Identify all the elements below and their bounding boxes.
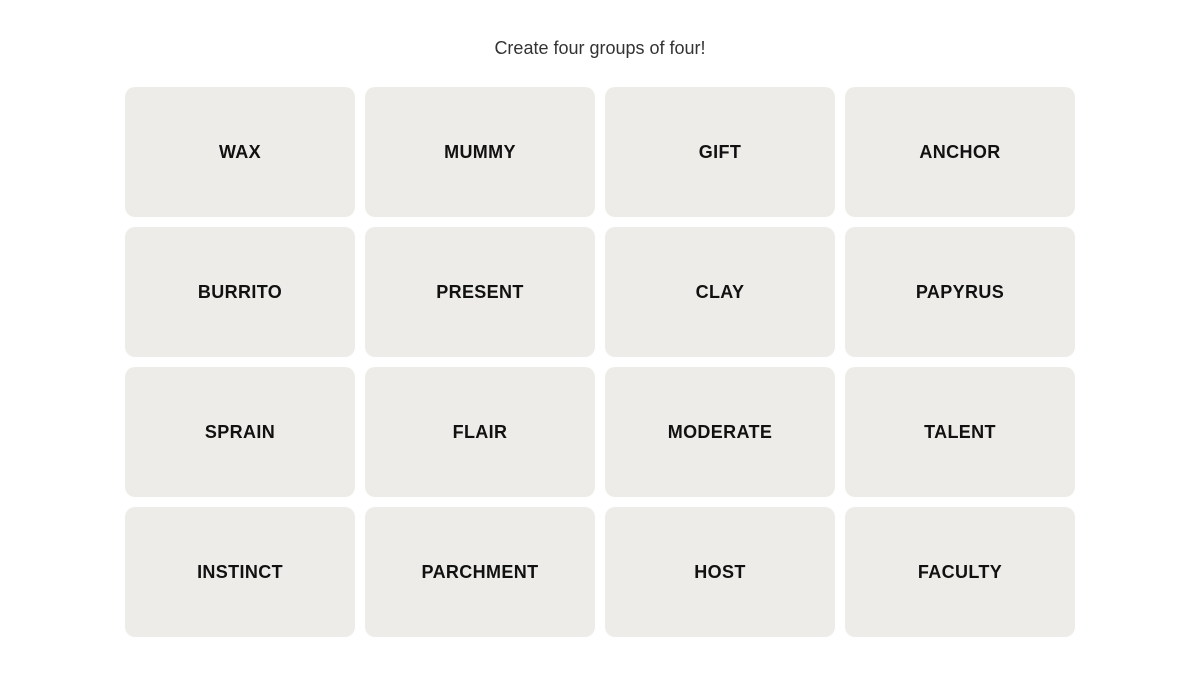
tile-clay[interactable]: CLAY — [605, 227, 835, 357]
tile-instinct[interactable]: INSTINCT — [125, 507, 355, 637]
tile-label-flair: FLAIR — [453, 422, 508, 443]
tile-present[interactable]: PRESENT — [365, 227, 595, 357]
tile-flair[interactable]: FLAIR — [365, 367, 595, 497]
tile-label-clay: CLAY — [696, 282, 745, 303]
tile-label-host: HOST — [694, 562, 745, 583]
tile-label-talent: TALENT — [924, 422, 996, 443]
tile-label-moderate: MODERATE — [668, 422, 773, 443]
tile-label-gift: GIFT — [699, 142, 741, 163]
tile-papyrus[interactable]: PAPYRUS — [845, 227, 1075, 357]
tile-label-anchor: ANCHOR — [919, 142, 1000, 163]
tile-label-burrito: BURRITO — [198, 282, 282, 303]
tile-label-instinct: INSTINCT — [197, 562, 283, 583]
tile-label-papyrus: PAPYRUS — [916, 282, 1004, 303]
tile-anchor[interactable]: ANCHOR — [845, 87, 1075, 217]
tile-gift[interactable]: GIFT — [605, 87, 835, 217]
tile-label-mummy: MUMMY — [444, 142, 516, 163]
tile-label-sprain: SPRAIN — [205, 422, 275, 443]
tile-sprain[interactable]: SPRAIN — [125, 367, 355, 497]
tile-label-parchment: PARCHMENT — [422, 562, 539, 583]
tile-host[interactable]: HOST — [605, 507, 835, 637]
tile-label-faculty: FACULTY — [918, 562, 1002, 583]
tile-faculty[interactable]: FACULTY — [845, 507, 1075, 637]
instruction-text: Create four groups of four! — [494, 38, 705, 59]
tile-parchment[interactable]: PARCHMENT — [365, 507, 595, 637]
tile-label-wax: WAX — [219, 142, 261, 163]
tile-talent[interactable]: TALENT — [845, 367, 1075, 497]
tile-moderate[interactable]: MODERATE — [605, 367, 835, 497]
tiles-grid: WAX MUMMY GIFT ANCHOR BURRITO PRESENT CLAY PAPY… — [125, 87, 1075, 637]
tile-burrito[interactable]: BURRITO — [125, 227, 355, 357]
tile-wax[interactable]: WAX — [125, 87, 355, 217]
tile-mummy[interactable]: MUMMY — [365, 87, 595, 217]
tile-label-present: PRESENT — [436, 282, 524, 303]
